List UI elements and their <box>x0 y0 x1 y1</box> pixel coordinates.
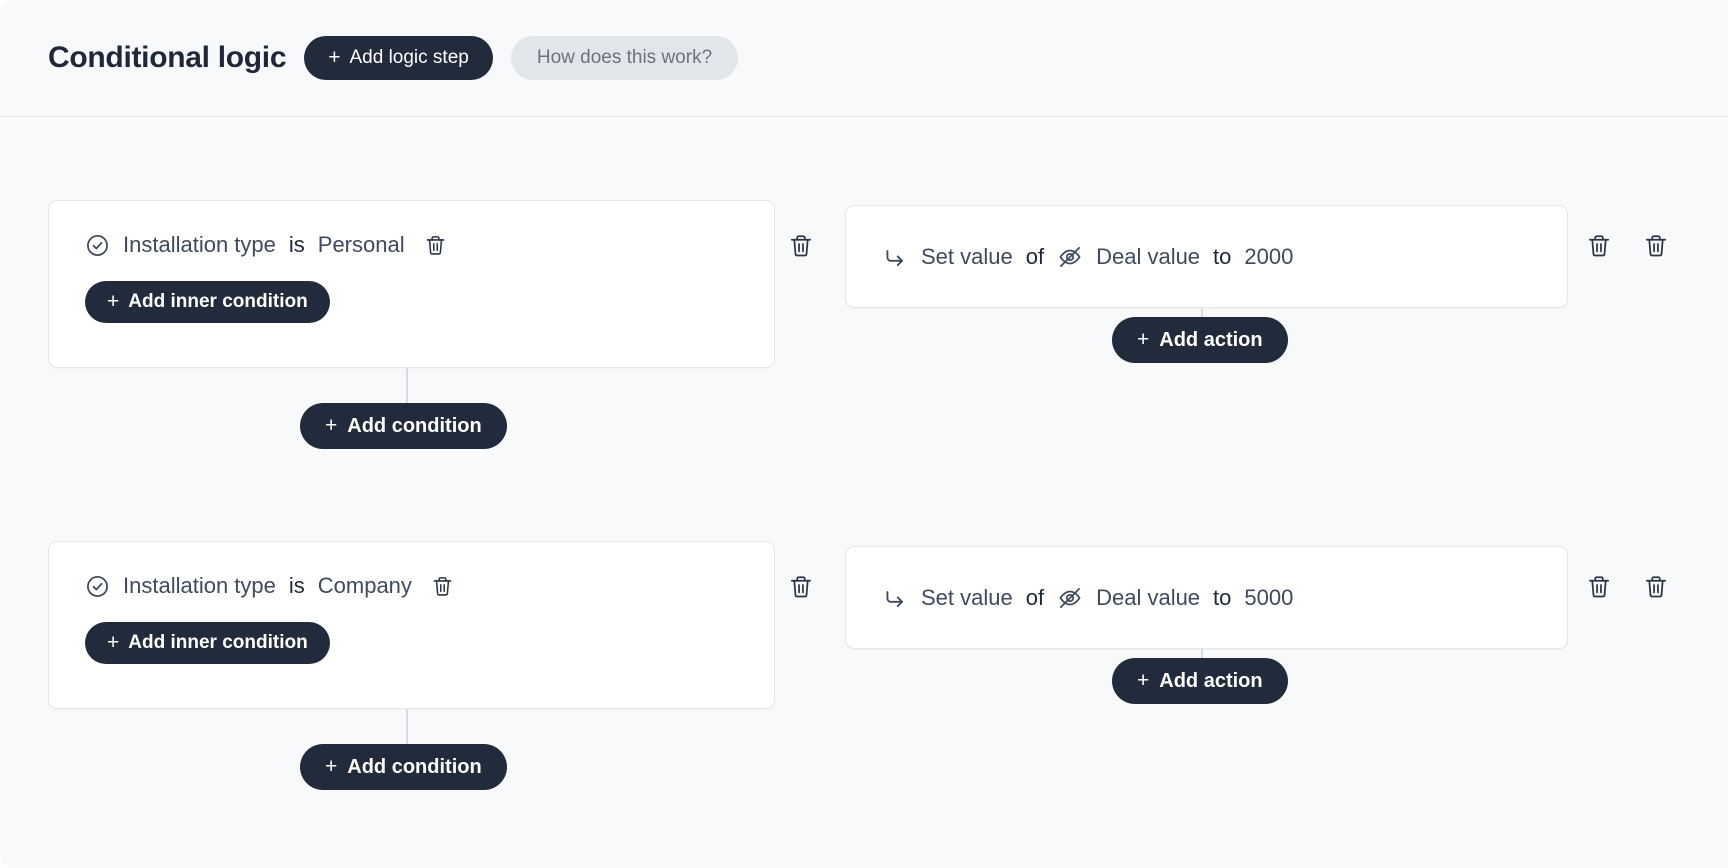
condition-expression: Installation type is Personal <box>85 231 774 259</box>
condition-card[interactable]: Installation type is Personal + Add inne… <box>48 200 775 368</box>
condition-value[interactable]: Company <box>318 573 412 599</box>
delete-action-icon[interactable] <box>1586 574 1612 600</box>
add-action-button[interactable]: + Add action <box>1112 658 1288 704</box>
delete-logic-step-icon[interactable] <box>1643 574 1669 600</box>
delete-condition-row-icon[interactable] <box>424 234 447 257</box>
add-inner-condition-label: Add inner condition <box>128 291 308 312</box>
add-inner-condition-button[interactable]: + Add inner condition <box>85 622 330 664</box>
action-verb[interactable]: Set value <box>921 585 1013 611</box>
plus-icon: + <box>107 289 120 313</box>
action-target[interactable]: Deal value <box>1096 585 1200 611</box>
how-does-this-work-button[interactable]: How does this work? <box>510 36 739 80</box>
corner-down-right-icon <box>882 244 908 270</box>
action-card[interactable]: Set value of Deal value to 5000 <box>845 546 1568 649</box>
delete-condition-card-icon[interactable] <box>788 233 814 259</box>
corner-down-right-icon <box>882 585 908 611</box>
plus-icon: + <box>325 413 338 437</box>
add-inner-condition-label: Add inner condition <box>128 632 308 653</box>
delete-condition-row-icon[interactable] <box>431 575 454 598</box>
add-inner-condition-button[interactable]: + Add inner condition <box>85 281 330 323</box>
condition-field[interactable]: Installation type <box>123 573 276 599</box>
plus-icon: + <box>1137 327 1150 351</box>
add-action-button[interactable]: + Add action <box>1112 317 1288 363</box>
page-header: Conditional logic + Add logic step How d… <box>0 0 1728 117</box>
page-title: Conditional logic <box>48 41 287 74</box>
action-value[interactable]: 2000 <box>1244 244 1293 270</box>
check-circle-icon <box>85 233 110 258</box>
add-action-label: Add action <box>1159 669 1263 692</box>
condition-card[interactable]: Installation type is Company + Add inner… <box>48 541 775 709</box>
action-of-label: of <box>1025 584 1045 610</box>
delete-condition-card-icon[interactable] <box>788 574 814 600</box>
action-to-label: to <box>1213 243 1232 269</box>
action-of-label: of <box>1025 243 1045 269</box>
conditional-logic-page: Conditional logic + Add logic step How d… <box>0 0 1728 868</box>
add-logic-step-label: Add logic step <box>349 47 469 68</box>
action-value[interactable]: 5000 <box>1244 585 1293 611</box>
plus-icon: + <box>1137 668 1150 692</box>
action-to-label: to <box>1213 584 1232 610</box>
action-expression: Set value of Deal value to 2000 <box>882 244 1293 270</box>
condition-operator[interactable]: is <box>289 573 305 599</box>
action-verb[interactable]: Set value <box>921 244 1013 270</box>
condition-value[interactable]: Personal <box>318 232 405 258</box>
add-condition-label: Add condition <box>347 755 482 778</box>
action-card[interactable]: Set value of Deal value to 2000 <box>845 205 1568 308</box>
action-expression: Set value of Deal value to 5000 <box>882 585 1293 611</box>
delete-logic-step-icon[interactable] <box>1643 233 1669 259</box>
condition-field[interactable]: Installation type <box>123 232 276 258</box>
add-condition-button[interactable]: + Add condition <box>300 744 507 790</box>
plus-icon: + <box>328 45 341 69</box>
check-circle-icon <box>85 574 110 599</box>
add-logic-step-button[interactable]: + Add logic step <box>304 36 493 80</box>
eye-off-icon <box>1057 244 1083 270</box>
add-action-label: Add action <box>1159 328 1263 351</box>
plus-icon: + <box>325 754 338 778</box>
delete-action-icon[interactable] <box>1586 233 1612 259</box>
add-condition-button[interactable]: + Add condition <box>300 403 507 449</box>
eye-off-icon <box>1057 585 1083 611</box>
add-condition-label: Add condition <box>347 414 482 437</box>
plus-icon: + <box>107 630 120 654</box>
condition-expression: Installation type is Company <box>85 572 774 600</box>
condition-operator[interactable]: is <box>289 232 305 258</box>
action-target[interactable]: Deal value <box>1096 244 1200 270</box>
how-does-this-work-label: How does this work? <box>536 47 713 68</box>
